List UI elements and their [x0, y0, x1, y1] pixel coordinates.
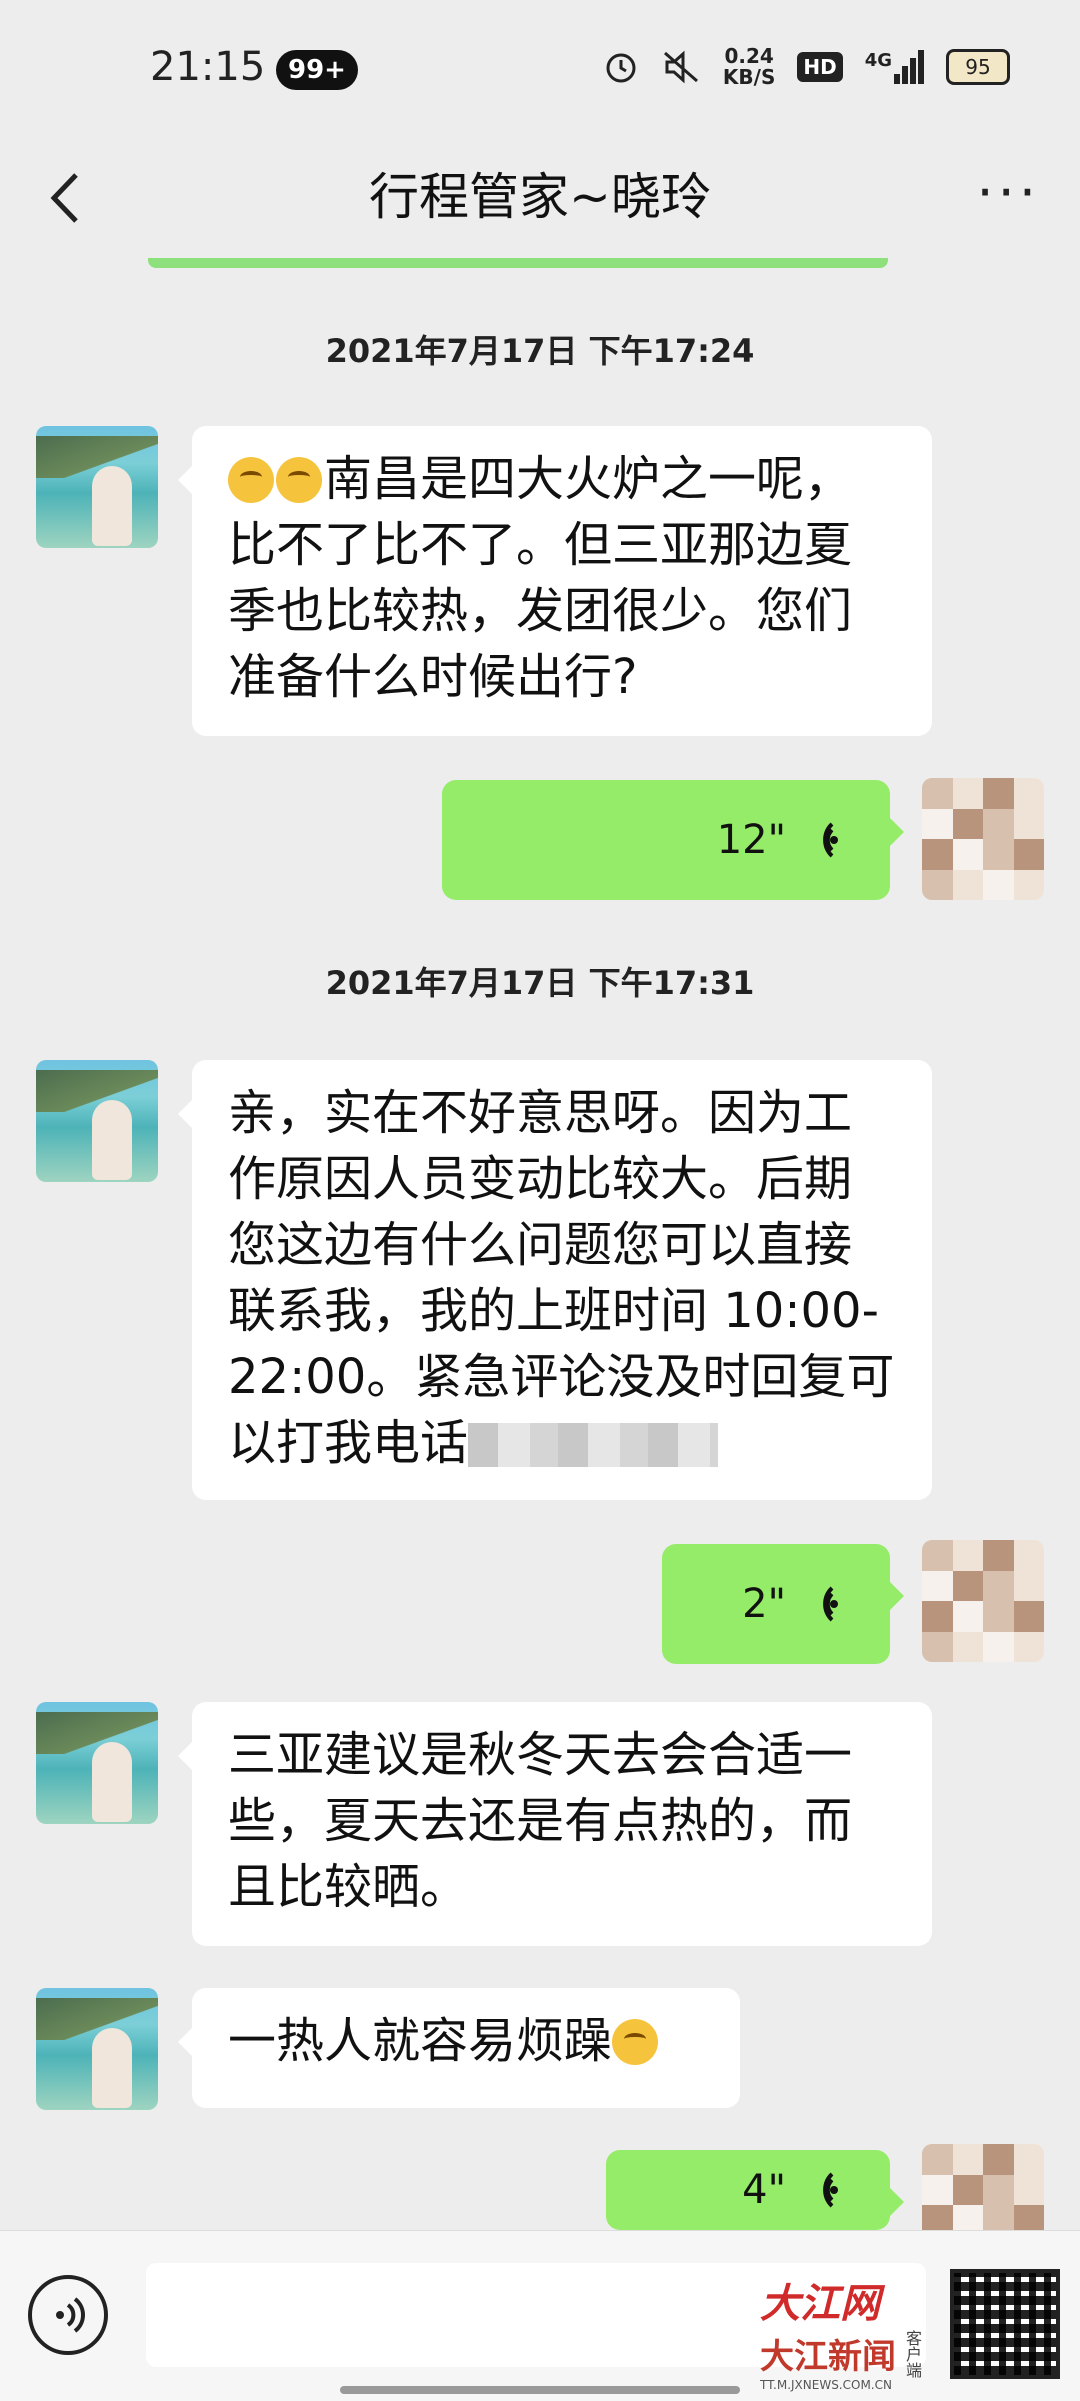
- message-text: 南昌是四大火炉之一呢，比不了比不了。但三亚那边夏季也比较热，发团很少。您们准备什…: [228, 451, 853, 705]
- voice-message-outgoing[interactable]: 4": [606, 2150, 904, 2230]
- thinking-face-icon: [276, 457, 322, 503]
- status-icons: 0.24 KB/S HD 4G 95: [603, 46, 1010, 88]
- more-options-button[interactable]: ···: [977, 161, 1041, 224]
- avatar[interactable]: [36, 1702, 158, 1824]
- message-bubble-incoming[interactable]: 三亚建议是秋冬天去会合适一些，夏天去还是有点热的，而且比较晒。: [178, 1702, 932, 1946]
- thinking-face-icon: [228, 457, 274, 503]
- home-indicator[interactable]: [340, 2386, 740, 2394]
- network-speed: 0.24 KB/S: [722, 44, 776, 89]
- message-text: 三亚建议是秋冬天去会合适一些，夏天去还是有点热的，而且比较晒。: [228, 1727, 853, 1915]
- avatar[interactable]: [36, 1060, 158, 1182]
- message-bubble-incoming[interactable]: 一热人就容易烦躁: [178, 1988, 740, 2108]
- avatar[interactable]: [36, 426, 158, 548]
- status-time: 21:15: [150, 44, 266, 90]
- avatar[interactable]: [922, 778, 1044, 900]
- sweat-face-icon: [612, 2019, 659, 2065]
- timestamp: 2021年7月17日 下午17:31: [325, 964, 755, 1002]
- hd-indicator: HD: [797, 52, 843, 82]
- redacted-phone-number: [468, 1423, 719, 1467]
- message-bubble-incoming[interactable]: 亲，实在不好意思呀。因为工作原因人员变动比较大。后期您这边有什么问题您可以直接联…: [178, 1060, 932, 1500]
- voice-message-outgoing[interactable]: 12": [442, 780, 904, 900]
- voice-wave-icon: [823, 1586, 838, 1622]
- voice-icon[interactable]: [28, 2275, 108, 2355]
- voice-wave-icon: [823, 2172, 838, 2208]
- pinned-notice-bar[interactable]: [148, 258, 888, 268]
- message-text: 亲，实在不好意思呀。因为工作原因人员变动比较大。后期您这边有什么问题您可以直接联…: [228, 1085, 895, 1471]
- input-bar: 大江网 大江新闻 客户端 TT.M.JXNEWS.COM.CN: [0, 2230, 1080, 2401]
- voice-duration: 4": [742, 2167, 786, 2213]
- watermark: 大江网 大江新闻 客户端 TT.M.JXNEWS.COM.CN: [760, 2281, 922, 2392]
- notification-badge: 99+: [276, 50, 358, 90]
- avatar[interactable]: [922, 1540, 1044, 1662]
- mute-icon: [663, 50, 698, 84]
- avatar[interactable]: [36, 1988, 158, 2110]
- alarm-icon: [606, 53, 636, 83]
- battery-icon: 95: [946, 49, 1010, 85]
- signal-icon: 4G: [865, 50, 924, 84]
- voice-duration: 12": [716, 817, 786, 863]
- chat-title: 行程管家~晓玲: [369, 168, 711, 226]
- voice-wave-icon: [823, 822, 838, 858]
- voice-duration: 2": [742, 1581, 786, 1627]
- message-list[interactable]: 2021年7月17日 下午17:24 南昌是四大火炉之一呢，比不了比不了。但三亚…: [0, 270, 1080, 2266]
- voice-message-outgoing[interactable]: 2": [662, 1544, 904, 1664]
- qr-code: [950, 2269, 1060, 2379]
- message-bubble-incoming[interactable]: 南昌是四大火炉之一呢，比不了比不了。但三亚那边夏季也比较热，发团很少。您们准备什…: [178, 426, 932, 736]
- status-bar: 21:15 99+ 0.24 KB/S HD 4G 95: [0, 0, 1080, 145]
- message-text: 一热人就容易烦躁: [228, 2013, 613, 2069]
- timestamp: 2021年7月17日 下午17:24: [325, 332, 755, 370]
- chat-header: 行程管家~晓玲 ···: [0, 145, 1080, 260]
